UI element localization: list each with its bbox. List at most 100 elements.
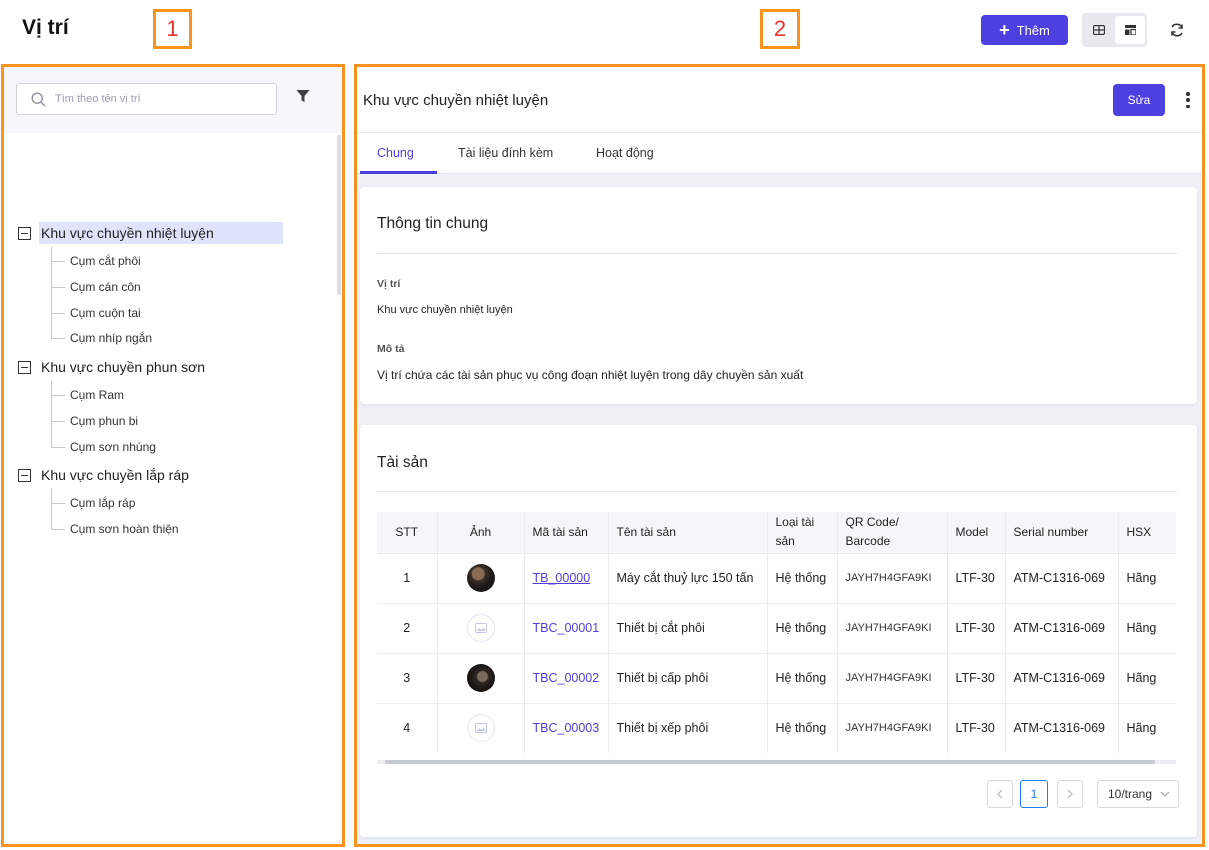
view-layout-option[interactable] — [1115, 16, 1145, 44]
next-page-button[interactable] — [1057, 780, 1083, 808]
annotation-marker-2: 2 — [760, 9, 800, 49]
table-row[interactable]: 2 TBC_00001 Thiết bị cắt phôi Hệ thống J… — [377, 602, 1176, 653]
table-row[interactable]: 3 TBC_00002 Thiết bị cấp phôi Hệ thống J… — [377, 652, 1176, 703]
collapse-icon[interactable] — [18, 360, 31, 374]
tab-attachments[interactable]: Tài liệu đính kèm — [458, 146, 553, 160]
annotation-marker-1: 1 — [153, 9, 192, 49]
page-size-select[interactable]: 10/trang — [1097, 780, 1179, 808]
view-mode-toggle — [1082, 13, 1147, 47]
chevron-down-icon — [1160, 791, 1170, 797]
cell-image — [437, 552, 525, 603]
asset-code-link[interactable]: TB_00000 — [533, 571, 591, 585]
cell-serial: ATM-C1316-069 — [1005, 702, 1119, 753]
collapse-icon[interactable] — [18, 468, 31, 482]
scrollbar-thumb[interactable] — [385, 760, 1155, 764]
add-button[interactable]: + Thêm — [981, 15, 1068, 45]
tree-child-node[interactable]: Cụm cán côn — [51, 277, 141, 297]
tree-child-node[interactable]: Cụm Ram — [51, 385, 124, 405]
asset-code-link[interactable]: TBC_00001 — [533, 621, 600, 635]
asset-thumbnail[interactable] — [466, 564, 495, 592]
tree-child-label: Cụm lắp ráp — [70, 496, 136, 510]
asset-thumbnail[interactable] — [466, 614, 495, 642]
column-header[interactable]: Loại tài sản — [767, 512, 838, 553]
tree-node-lap-rap[interactable]: Khu vực chuyền lắp ráp — [18, 463, 191, 487]
cell-stt: 3 — [377, 652, 438, 703]
general-info-card: Thông tin chung Vị trí Khu vực chuyền nh… — [360, 187, 1197, 404]
search-box — [16, 83, 277, 115]
refresh-button[interactable] — [1164, 17, 1190, 43]
plus-icon: + — [999, 20, 1010, 40]
tree-child-node[interactable]: Cụm sơn nhúng — [51, 437, 156, 457]
more-options-icon[interactable] — [1184, 90, 1192, 110]
table-row[interactable]: 1 TB_00000 Máy cắt thuỷ lực 150 tấn Hệ t… — [377, 552, 1176, 603]
tree-child-label: Cụm cuộn tai — [70, 306, 141, 320]
tab-general[interactable]: Chung — [377, 146, 414, 160]
cell-qr: JAYH7H4GFA9KI — [837, 602, 948, 653]
cell-code: TBC_00002 — [524, 652, 609, 703]
tree-node-nhiet-luyen[interactable]: Khu vực chuyền nhiệt luyện — [18, 221, 283, 245]
detail-header: Khu vực chuyền nhiệt luyện Sửa — [357, 67, 1202, 133]
search-input[interactable] — [55, 93, 255, 105]
tree-child-node[interactable]: Cụm cuộn tai — [51, 303, 141, 323]
column-header[interactable]: Ảnh — [437, 512, 525, 553]
tree-node-label: Khu vực chuyền lắp ráp — [41, 467, 189, 483]
column-header[interactable]: Serial number — [1005, 512, 1119, 553]
add-button-label: Thêm — [1016, 22, 1050, 38]
tree-child-node[interactable]: Cụm lắp ráp — [51, 493, 135, 513]
asset-code-link[interactable]: TBC_00003 — [533, 721, 600, 735]
active-tab-indicator — [360, 171, 437, 174]
tree-child-label: Cụm Ram — [70, 388, 125, 402]
asset-code-link[interactable]: TBC_00002 — [533, 671, 600, 685]
cell-model: LTF-30 — [947, 652, 1006, 703]
column-header[interactable]: QR Code/ Barcode — [837, 512, 948, 553]
cell-hsx: Hãng — [1118, 702, 1176, 753]
tab-activity[interactable]: Hoạt động — [596, 146, 654, 160]
page-size-value: 10/trang — [1108, 787, 1153, 801]
tree-node-label: Khu vực chuyền nhiệt luyện — [39, 222, 283, 244]
divider — [377, 491, 1177, 492]
image-placeholder-icon — [474, 623, 487, 633]
prev-page-button[interactable] — [987, 780, 1013, 808]
cell-hsx: Hãng — [1118, 652, 1176, 703]
view-table-option[interactable] — [1084, 16, 1114, 44]
filter-button[interactable] — [296, 89, 316, 109]
cell-name: Thiết bị xếp phôi — [608, 702, 768, 753]
tree-scrollbar[interactable] — [337, 135, 341, 295]
detail-title: Khu vực chuyền nhiệt luyện — [363, 92, 549, 109]
tree-node-phun-son[interactable]: Khu vực chuyền phun sơn — [18, 355, 207, 379]
asset-thumbnail[interactable] — [466, 664, 495, 692]
description-value: Vị trí chứa các tài sản phục vụ công đoạ… — [377, 368, 804, 382]
image-placeholder-icon — [474, 723, 487, 734]
location-label: Vị trí — [377, 278, 401, 290]
column-header[interactable]: Mã tài sản — [524, 512, 609, 553]
cell-stt: 2 — [377, 602, 438, 653]
assets-card: Tài sản STT Ảnh Mã tài sản Tên tài sản L… — [360, 425, 1197, 837]
collapse-icon[interactable] — [18, 226, 31, 240]
cell-code: TBC_00001 — [524, 602, 609, 653]
chevron-left-icon — [997, 789, 1003, 799]
cell-hsx: Hãng — [1118, 552, 1176, 603]
cell-qr: JAYH7H4GFA9KI — [837, 552, 948, 603]
column-header[interactable]: STT — [377, 512, 438, 553]
tree-child-node[interactable]: Cụm nhíp ngắn — [51, 328, 152, 348]
tree-child-node[interactable]: Cụm cắt phôi — [51, 251, 141, 271]
tree-child-node[interactable]: Cụm sơn hoàn thiện — [51, 519, 179, 539]
column-header[interactable]: Model — [947, 512, 1006, 553]
location-detail-panel: Khu vực chuyền nhiệt luyện Sửa Chung Tài… — [354, 64, 1205, 847]
location-value: Khu vực chuyền nhiệt luyện — [377, 304, 513, 316]
divider — [377, 253, 1177, 254]
table-horizontal-scrollbar[interactable] — [377, 760, 1176, 764]
tree-toolbar — [4, 67, 342, 133]
asset-thumbnail[interactable] — [466, 714, 495, 743]
column-header[interactable]: Tên tài sản — [608, 512, 768, 553]
table-row[interactable]: 4 TBC_00003 Thiết bị xếp phôi Hệ thống J… — [377, 702, 1176, 753]
column-header[interactable]: HSX — [1118, 512, 1176, 553]
tree-child-label: Cụm phun bi — [70, 414, 139, 428]
cell-code: TBC_00003 — [524, 702, 609, 753]
page-number-button[interactable]: 1 — [1020, 780, 1048, 808]
cell-model: LTF-30 — [947, 702, 1006, 753]
general-info-title: Thông tin chung — [377, 215, 489, 232]
edit-button[interactable]: Sửa — [1113, 84, 1165, 116]
assets-table: STT Ảnh Mã tài sản Tên tài sản Loại tài … — [377, 512, 1176, 753]
tree-child-node[interactable]: Cụm phun bi — [51, 411, 138, 431]
